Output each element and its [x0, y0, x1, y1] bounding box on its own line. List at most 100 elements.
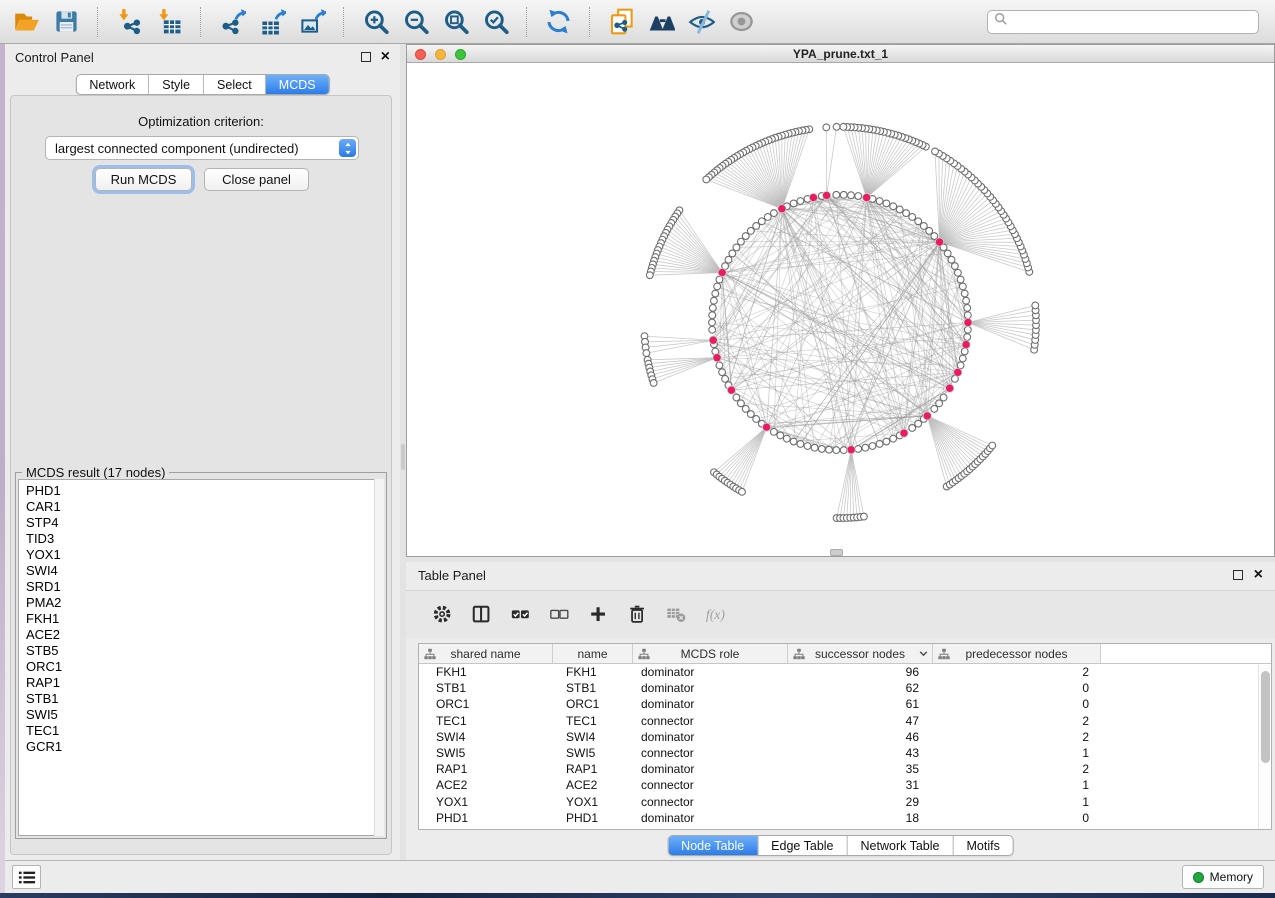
network-node[interactable]	[959, 355, 966, 362]
network-node[interactable]	[783, 435, 790, 442]
network-node[interactable]	[790, 200, 797, 207]
mcds-hub-node[interactable]	[727, 386, 735, 394]
network-node[interactable]	[963, 297, 970, 304]
table-scrollbar[interactable]	[1258, 665, 1271, 829]
network-node[interactable]	[876, 441, 883, 448]
result-node-item[interactable]: TID3	[26, 531, 383, 547]
network-node[interactable]	[811, 444, 818, 451]
result-node-item[interactable]: PHD1	[26, 483, 383, 499]
table-row[interactable]: ACE2ACE2connector311	[419, 777, 1271, 793]
network-node[interactable]	[729, 250, 736, 257]
clone-network-button[interactable]	[606, 6, 636, 38]
network-node[interactable]	[855, 193, 862, 200]
tab-node-table[interactable]: Node Table	[668, 836, 757, 855]
export-network-button[interactable]	[217, 6, 247, 38]
update-network-button[interactable]	[543, 6, 573, 38]
mcds-hub-node[interactable]	[763, 423, 771, 431]
network-window-titlebar[interactable]: YPA_prune.txt_1	[407, 45, 1274, 63]
network-node[interactable]	[742, 233, 749, 240]
result-list-scrollbar[interactable]	[374, 479, 384, 836]
tab-network-table[interactable]: Network Table	[847, 836, 953, 855]
network-node[interactable]	[964, 326, 971, 333]
network-node[interactable]	[758, 218, 765, 225]
table-row[interactable]: FKH1FKH1dominator962	[419, 664, 1271, 680]
network-node[interactable]	[646, 272, 653, 279]
select-all-button[interactable]	[506, 600, 536, 630]
network-node[interactable]	[733, 394, 740, 401]
float-panel-icon[interactable]	[361, 52, 371, 62]
panel-menu-button[interactable]	[12, 865, 41, 889]
network-node[interactable]	[883, 200, 890, 207]
result-node-item[interactable]: CAR1	[26, 499, 383, 515]
mcds-hub-node[interactable]	[718, 268, 726, 276]
table-row[interactable]: YOX1YOX1connector291	[419, 794, 1271, 810]
network-node[interactable]	[650, 380, 657, 387]
network-node[interactable]	[703, 176, 710, 183]
network-node[interactable]	[961, 290, 968, 297]
network-node[interactable]	[833, 191, 840, 198]
table-row[interactable]: TEC1TEC1connector472	[419, 713, 1271, 729]
import-network-button[interactable]	[114, 6, 144, 38]
zoom-out-button[interactable]	[400, 6, 430, 38]
network-node[interactable]	[818, 446, 825, 453]
network-node[interactable]	[989, 442, 996, 449]
result-node-item[interactable]: SWI5	[26, 707, 383, 723]
column-header-MCDS-role[interactable]: MCDS role	[633, 644, 788, 663]
search-input[interactable]	[1012, 15, 1252, 29]
network-node[interactable]	[733, 244, 740, 251]
network-node[interactable]	[722, 375, 729, 382]
network-node[interactable]	[714, 283, 721, 290]
network-node[interactable]	[931, 406, 938, 413]
mcds-hub-node[interactable]	[713, 354, 721, 362]
network-node[interactable]	[876, 198, 883, 205]
network-node[interactable]	[848, 192, 855, 199]
network-node[interactable]	[840, 191, 847, 198]
network-node[interactable]	[833, 447, 840, 454]
memory-button[interactable]: Memory	[1182, 865, 1264, 889]
result-node-item[interactable]: TEC1	[26, 723, 383, 739]
network-node[interactable]	[777, 432, 784, 439]
result-node-item[interactable]: ORC1	[26, 659, 383, 675]
network-node[interactable]	[957, 362, 964, 369]
network-canvas[interactable]	[407, 63, 1274, 556]
network-node[interactable]	[909, 214, 916, 221]
network-node[interactable]	[804, 443, 811, 450]
network-node[interactable]	[855, 446, 862, 453]
mcds-hub-node[interactable]	[863, 193, 871, 201]
network-node[interactable]	[709, 319, 716, 326]
network-node[interactable]	[936, 400, 943, 407]
network-node[interactable]	[764, 214, 771, 221]
network-node[interactable]	[940, 394, 947, 401]
result-node-item[interactable]: SRD1	[26, 579, 383, 595]
table-row[interactable]: ORC1ORC1dominator610	[419, 696, 1271, 712]
zoom-in-button[interactable]	[360, 6, 390, 38]
delete-columns-button[interactable]	[623, 600, 653, 630]
criterion-select[interactable]: largest connected component (undirected)	[45, 136, 359, 160]
network-node[interactable]	[643, 350, 650, 357]
export-table-button[interactable]	[257, 6, 287, 38]
network-node[interactable]	[725, 256, 732, 263]
column-header-shared-name[interactable]: shared name	[419, 644, 553, 663]
vertical-splitter-grip[interactable]	[401, 444, 405, 470]
column-header-successor-nodes[interactable]: successor nodes	[788, 644, 933, 663]
network-node[interactable]	[909, 425, 916, 432]
network-node[interactable]	[952, 263, 959, 270]
hide-graphics-details-button[interactable]	[686, 6, 716, 38]
import-table-button[interactable]	[154, 6, 184, 38]
network-node[interactable]	[915, 218, 922, 225]
find-button[interactable]	[646, 6, 676, 38]
export-image-button[interactable]	[297, 6, 327, 38]
network-node[interactable]	[833, 123, 840, 130]
search-box[interactable]	[987, 10, 1259, 34]
network-node[interactable]	[771, 210, 778, 217]
mcds-hub-node[interactable]	[709, 336, 717, 344]
table-row[interactable]: SWI4SWI4dominator462	[419, 729, 1271, 745]
network-node[interactable]	[716, 362, 723, 369]
mcds-hub-node[interactable]	[847, 446, 855, 454]
close-window-icon[interactable]	[415, 49, 426, 60]
mcds-hub-node[interactable]	[946, 384, 954, 392]
network-node[interactable]	[709, 326, 716, 333]
network-node[interactable]	[948, 256, 955, 263]
network-node[interactable]	[964, 312, 971, 319]
mcds-hub-node[interactable]	[935, 238, 943, 246]
